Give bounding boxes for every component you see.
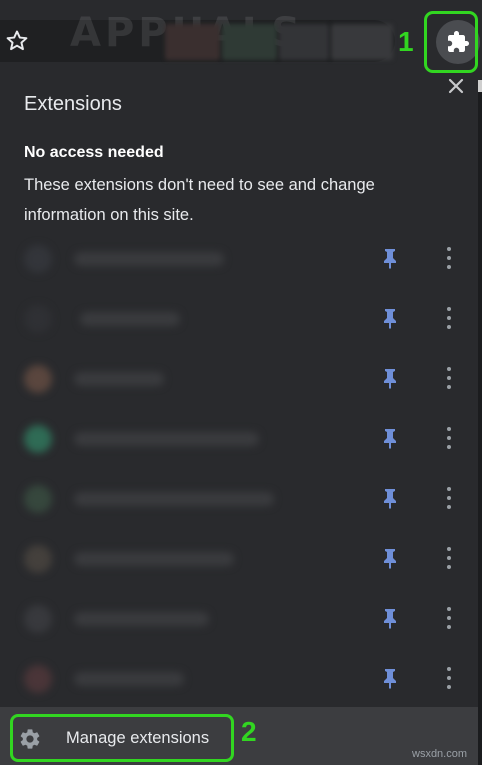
blurred-tab bbox=[279, 24, 329, 60]
extension-row[interactable] bbox=[0, 348, 478, 408]
extension-icon bbox=[24, 425, 52, 453]
more-vert-icon[interactable] bbox=[438, 545, 460, 571]
step-marker-2: 2 bbox=[241, 716, 257, 747]
extension-icon bbox=[24, 545, 52, 573]
star-icon[interactable] bbox=[4, 28, 30, 54]
extension-icon bbox=[24, 605, 52, 633]
extension-name bbox=[80, 312, 180, 326]
extension-icon bbox=[24, 305, 52, 333]
step-marker-1: 1 bbox=[398, 26, 414, 57]
watermark-credit: wsxdn.com bbox=[412, 748, 468, 760]
extension-name bbox=[74, 372, 164, 386]
more-vert-icon[interactable] bbox=[438, 425, 460, 451]
panel-title: Extensions bbox=[24, 93, 122, 115]
extension-icon bbox=[24, 485, 52, 513]
pin-icon[interactable] bbox=[380, 487, 400, 509]
more-vert-icon[interactable] bbox=[438, 665, 460, 691]
pin-icon[interactable] bbox=[380, 667, 400, 689]
blurred-tab bbox=[165, 24, 220, 60]
extension-name bbox=[74, 672, 184, 686]
more-vert-icon[interactable] bbox=[438, 245, 460, 271]
page-edge bbox=[478, 82, 482, 765]
extension-list bbox=[0, 228, 478, 708]
pin-icon[interactable] bbox=[380, 427, 400, 449]
more-vert-icon[interactable] bbox=[438, 605, 460, 631]
more-vert-icon[interactable] bbox=[438, 365, 460, 391]
extension-row[interactable] bbox=[0, 648, 478, 708]
pin-icon[interactable] bbox=[380, 607, 400, 629]
extension-icon bbox=[24, 245, 52, 273]
extension-row[interactable] bbox=[0, 228, 478, 288]
pin-icon[interactable] bbox=[380, 547, 400, 569]
extension-icon bbox=[24, 665, 52, 693]
extension-name bbox=[74, 552, 234, 566]
extension-name bbox=[74, 432, 259, 446]
extension-row[interactable] bbox=[0, 528, 478, 588]
page-edge-mark bbox=[478, 80, 482, 92]
extension-row[interactable] bbox=[0, 288, 478, 348]
pin-icon[interactable] bbox=[380, 307, 400, 329]
extension-icon bbox=[24, 365, 52, 393]
pin-icon[interactable] bbox=[380, 367, 400, 389]
extension-row[interactable] bbox=[0, 468, 478, 528]
close-icon[interactable] bbox=[447, 77, 465, 95]
extension-row[interactable] bbox=[0, 588, 478, 648]
manage-extensions-button[interactable] bbox=[10, 714, 234, 762]
blurred-tab bbox=[222, 24, 277, 60]
pin-icon[interactable] bbox=[380, 247, 400, 269]
section-description: These extensions don't need to see and c… bbox=[24, 176, 375, 224]
extension-row[interactable] bbox=[0, 408, 478, 468]
more-vert-icon[interactable] bbox=[438, 305, 460, 331]
blurred-tab bbox=[331, 24, 393, 60]
more-vert-icon[interactable] bbox=[438, 485, 460, 511]
extension-name bbox=[74, 492, 274, 506]
highlight-box-extensions bbox=[424, 11, 478, 73]
section-heading: No access needed bbox=[24, 144, 164, 161]
extension-name bbox=[74, 252, 224, 266]
extension-name bbox=[74, 612, 209, 626]
